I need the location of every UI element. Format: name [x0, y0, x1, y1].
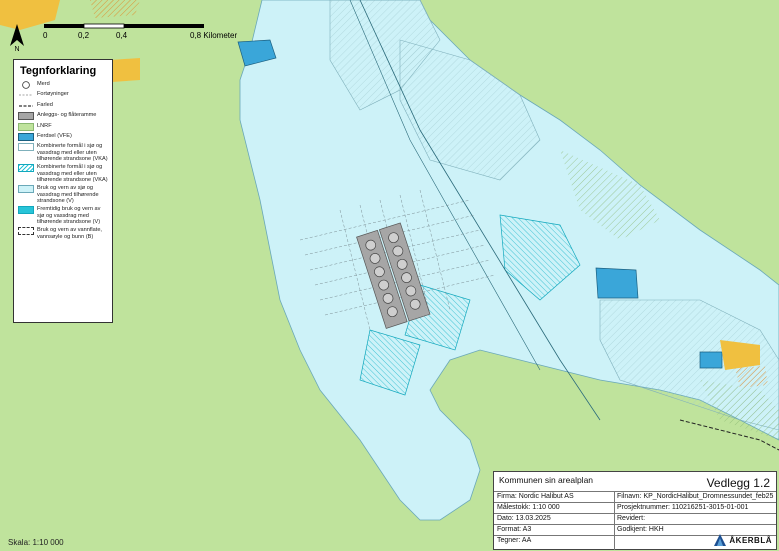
prosjektnummer: Prosjektnummer: 110216251-3015-01-001: [617, 504, 749, 511]
legend-item-v: Bruk og vern av sjø og vassdrag med tilh…: [18, 185, 108, 204]
b-swatch-icon: [18, 227, 34, 236]
zone-settlement-west: [110, 58, 140, 82]
legend-label: Kombinerte formål i sjø og vassdrag med …: [37, 164, 108, 183]
godkjent: Godkjent: HKH: [617, 526, 664, 533]
firma: Firma: Nordic Halibut AS: [497, 493, 574, 500]
legend-label: Farled: [37, 101, 53, 108]
tb-row-malestokk: Målestokk: 1:10 000 Prosjektnummer: 1102…: [494, 502, 776, 513]
filnavn: Filnavn: KP_NordicHalibut_Dromnessundet_…: [617, 493, 774, 500]
tb-row-firma: Firma: Nordic Halibut AS Filnavn: KP_Nor…: [494, 491, 776, 502]
scale-text: Skala: 1:10 000: [8, 538, 64, 547]
svg-text:N: N: [14, 46, 19, 52]
plan-title: Kommunen sin arealplan: [499, 475, 594, 485]
legend-label: Bruk og vern av vannflate, vannsøyle og …: [37, 227, 102, 240]
legend-title: Tegnforklaring: [20, 65, 97, 77]
vka-hatched-swatch-icon: [18, 164, 34, 173]
logo-text: ÅKERBLÅ: [729, 535, 772, 545]
legend-label: Fremtidig bruk og vern av sjø og vassdra…: [37, 206, 101, 225]
legend-label: Fortøyninger: [37, 91, 69, 98]
legend-label: Kombinerte formål i sjø og vassdrag med …: [37, 143, 108, 162]
legend-label: Bruk og vern av sjø og vassdrag med tilh…: [37, 185, 99, 204]
dato: Dato: 13.03.2025: [497, 515, 551, 522]
v-fremtidig-swatch-icon: [18, 206, 34, 215]
legend-label: Anleggs- og flåteramme: [37, 112, 97, 119]
scale-tick-1: 0,2: [78, 31, 90, 40]
legend-item-v-fremtidig: Fremtidig bruk og vern av sjø og vassdra…: [18, 206, 108, 225]
legend-panel: Tegnforklaring Merd Fortøyninger Farled …: [13, 59, 113, 323]
legend-item-b: Bruk og vern av vannflate, vannsøyle og …: [18, 227, 108, 240]
v-swatch-icon: [18, 185, 34, 194]
map-canvas: [0, 0, 779, 551]
dashed-line-icon: [18, 91, 34, 99]
vka-swatch-icon: [18, 143, 34, 152]
akerbla-logo: ÅKERBLÅ: [714, 534, 772, 546]
scale-tick-0: 0: [43, 31, 48, 40]
vedlegg-label: Vedlegg 1.2: [706, 476, 770, 490]
zone-vfe-southeast: [699, 351, 723, 369]
lnrf-swatch-icon: [18, 122, 34, 131]
format: Format: A3: [497, 526, 532, 533]
revidert: Revidert:: [617, 515, 646, 522]
legend-item-farled: Farled: [18, 102, 108, 110]
scale-tick-3: 0,8 Kilometer: [190, 31, 238, 40]
legend-item-vka-hatched: Kombinerte formål i sjø og vassdrag med …: [18, 164, 108, 183]
title-block: Kommunen sin arealplan Vedlegg 1.2 Firma…: [493, 471, 777, 550]
zone-settlement-se: [720, 340, 760, 370]
malestokk: Målestokk: 1:10 000: [497, 504, 560, 511]
scale-tick-2: 0,4: [116, 31, 128, 40]
scale-bar: 0 0,2 0,4 0,8 Kilometer: [40, 22, 250, 42]
farled-line-icon: [18, 102, 34, 110]
legend-item-anlegg: Anleggs- og flåteramme: [18, 112, 108, 121]
tegner: Tegner: AA: [497, 537, 532, 544]
tb-row-dato: Dato: 13.03.2025 Revidert:: [494, 513, 776, 524]
zone-vfe-east: [595, 267, 639, 299]
merd-icon: [18, 81, 34, 89]
legend-item-merd: Merd: [18, 81, 108, 89]
legend-item-vka: Kombinerte formål i sjø og vassdrag med …: [18, 143, 108, 162]
akerbla-logo-icon: [714, 534, 727, 546]
zone-settlement-se2: [735, 366, 768, 388]
ferdsel-swatch-icon: [18, 132, 34, 141]
legend-label: Ferdsel (VFE): [37, 132, 72, 139]
anlegg-swatch-icon: [18, 112, 34, 121]
north-arrow-icon: N: [10, 24, 24, 52]
legend-item-lnrf: LNRF: [18, 122, 108, 131]
legend-label: LNRF: [37, 122, 52, 129]
map-frame: N 0 0,2 0,4 0,8 Kilometer Tegnforklaring…: [0, 0, 779, 551]
legend-item-ferdsel: Ferdsel (VFE): [18, 132, 108, 141]
legend-label: Merd: [37, 81, 50, 87]
legend-item-fortoyninger: Fortøyninger: [18, 91, 108, 99]
